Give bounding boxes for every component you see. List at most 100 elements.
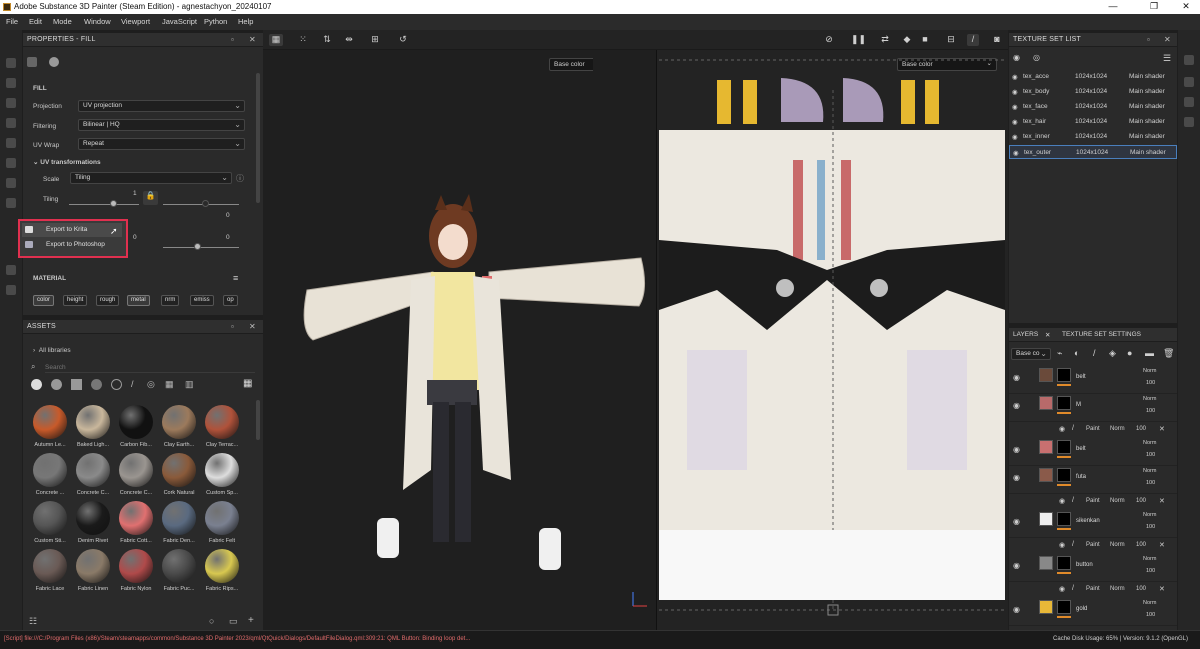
history-panel-icon[interactable] — [1184, 97, 1194, 107]
remove-icon[interactable]: ✕ — [1159, 541, 1165, 549]
close-panel-icon[interactable]: ✕ — [249, 322, 256, 331]
history-icon[interactable]: ↺ — [397, 34, 409, 46]
frame-icon[interactable]: ⊞ — [369, 34, 381, 46]
grid-view-icon[interactable]: ▦ — [243, 378, 252, 389]
material-thumbnail[interactable] — [205, 501, 239, 535]
undock-icon[interactable]: ▫ — [1147, 35, 1150, 44]
blend-mode[interactable]: Norm — [1110, 426, 1125, 432]
eye-icon[interactable]: ◉ — [1013, 517, 1020, 526]
eye-icon[interactable]: ◉ — [1013, 473, 1020, 482]
info-icon[interactable]: ⓘ — [236, 173, 244, 184]
channel-op-chip[interactable]: op — [223, 295, 238, 306]
export-icon[interactable] — [6, 285, 16, 295]
material-thumbnail[interactable] — [162, 405, 196, 439]
eye-icon[interactable]: ◉ — [1013, 149, 1019, 157]
material-thumbnail[interactable] — [119, 453, 153, 487]
menu-help[interactable]: Help — [238, 17, 253, 26]
layer-opacity[interactable]: 100 — [1146, 524, 1155, 530]
tiling-slider[interactable] — [69, 204, 139, 205]
delete-layer-icon[interactable]: 🗑 — [1163, 348, 1174, 359]
blend-mode[interactable]: Norm — [1143, 556, 1156, 562]
layer-name[interactable]: M — [1076, 402, 1081, 408]
blend-mode[interactable]: Norm — [1143, 512, 1156, 518]
texture-set-shader[interactable]: Main shader — [1130, 149, 1166, 156]
paint-sublayer[interactable]: ◉ / Paint Norm 100 ✕ — [1009, 494, 1177, 508]
layer-opacity[interactable]: 100 — [1136, 498, 1146, 504]
eye-icon[interactable]: ◉ — [1059, 541, 1065, 549]
menu-mode[interactable]: Mode — [53, 17, 72, 26]
projection-tool-icon[interactable] — [6, 98, 16, 108]
paint-brush-tool-icon[interactable] — [6, 58, 16, 68]
new-folder-icon[interactable]: ▭ — [229, 616, 238, 627]
texture-set-row[interactable]: ◉ tex_body 1024x1024 Main shader — [1009, 85, 1177, 99]
material-tab-icon[interactable] — [49, 57, 59, 67]
material-thumbnail[interactable] — [162, 549, 196, 583]
menu-viewport[interactable]: Viewport — [121, 17, 150, 26]
scale-dropdown[interactable]: Tiling ⌄ — [70, 172, 232, 184]
texture-set-resolution[interactable]: 1024x1024 — [1075, 73, 1107, 80]
material-thumbnail[interactable] — [205, 549, 239, 583]
layer-row[interactable]: ◉ sikenkan Norm 100 — [1009, 510, 1177, 538]
assets-search-input[interactable] — [45, 362, 255, 373]
layer-opacity[interactable]: 100 — [1146, 452, 1155, 458]
menu-javascript[interactable]: JavaScript — [162, 17, 197, 26]
layer-mask-thumbnail[interactable] — [1057, 600, 1071, 614]
assets-scrollbar[interactable] — [256, 400, 260, 440]
material-thumbnail[interactable] — [76, 549, 110, 583]
remove-icon[interactable]: ✕ — [1159, 497, 1165, 505]
tiling-grid-icon[interactable]: ⁙ — [297, 34, 309, 46]
tab-layers[interactable]: LAYERS — [1013, 331, 1038, 338]
display-settings-icon[interactable] — [1184, 117, 1194, 127]
material-thumbnail[interactable] — [119, 405, 153, 439]
paint-sublayer[interactable]: ◉ / Paint Norm 100 ✕ — [1009, 422, 1177, 436]
material-thumbnail[interactable] — [76, 501, 110, 535]
material-thumbnail[interactable] — [162, 501, 196, 535]
cube-icon[interactable]: ◆ — [901, 34, 913, 46]
materials-filter-icon[interactable] — [31, 379, 42, 390]
display-mode-icon[interactable]: ⊟ — [945, 34, 957, 46]
close-button[interactable]: ✕ — [1175, 1, 1197, 12]
layer-channel-dropdown[interactable]: Base co ⌄ — [1011, 348, 1051, 360]
material-thumbnail[interactable] — [33, 549, 67, 583]
channel-height-chip[interactable]: height — [63, 295, 88, 306]
paint-sublayer[interactable]: ◉ / Paint Norm 100 ✕ — [1009, 538, 1177, 552]
eye-icon[interactable]: ◉ — [1012, 73, 1018, 81]
minimize-button[interactable]: — — [1102, 1, 1124, 11]
layer-opacity[interactable]: 100 — [1146, 568, 1155, 574]
export-to-krita-item[interactable]: Export to Krita — [22, 223, 122, 237]
eye-icon[interactable]: ◉ — [1059, 425, 1065, 433]
projection-dropdown[interactable]: UV projection ⌄ — [78, 100, 245, 112]
texture-set-shader[interactable]: Main shader — [1129, 118, 1165, 125]
channel-rough-chip[interactable]: rough — [96, 295, 120, 306]
viewport-3d[interactable]: Base color⌄ — [263, 50, 656, 630]
blend-mode[interactable]: Norm — [1143, 396, 1156, 402]
texture-set-shader[interactable]: Main shader — [1129, 133, 1165, 140]
paint-mode-icon[interactable]: / — [967, 34, 979, 46]
channel-emiss-chip[interactable]: emiss — [190, 295, 214, 306]
texture-set-resolution[interactable]: 1024x1024 — [1075, 133, 1107, 140]
list-icon[interactable]: ≡ — [233, 273, 238, 283]
blend-mode[interactable]: Norm — [1143, 600, 1156, 606]
hide-icon[interactable]: ⊘ — [823, 34, 835, 46]
blend-mode[interactable]: Norm — [1143, 468, 1156, 474]
eye-icon[interactable]: ◉ — [1012, 88, 1018, 96]
layer-row[interactable]: ◉ belt Norm 100 — [1009, 438, 1177, 466]
material-thumbnail[interactable] — [205, 453, 239, 487]
blend-mode[interactable]: Norm — [1143, 440, 1156, 446]
layer-row[interactable]: ◉ button Norm 100 — [1009, 554, 1177, 582]
clone-tool-icon[interactable] — [6, 158, 16, 168]
layer-mask-thumbnail[interactable] — [1057, 556, 1071, 570]
layer-opacity[interactable]: 100 — [1136, 586, 1146, 592]
smart-masks-filter-icon[interactable] — [111, 379, 122, 390]
textures-filter-icon[interactable] — [71, 379, 82, 390]
bake-tool-icon[interactable] — [6, 198, 16, 208]
material-thumbnail[interactable] — [205, 405, 239, 439]
eye-icon[interactable]: ◉ — [1012, 118, 1018, 126]
layer-opacity[interactable]: 100 — [1146, 408, 1155, 414]
procedurals-filter-icon[interactable]: ▥ — [185, 379, 194, 390]
material-thumbnail[interactable] — [162, 453, 196, 487]
refresh-icon[interactable]: ○ — [209, 616, 214, 626]
close-panel-icon[interactable]: ✕ — [1164, 35, 1171, 44]
filter-settings-icon[interactable]: ☷ — [29, 616, 37, 627]
uv-transformations-label[interactable]: ⌄ UV transformations — [33, 158, 101, 166]
